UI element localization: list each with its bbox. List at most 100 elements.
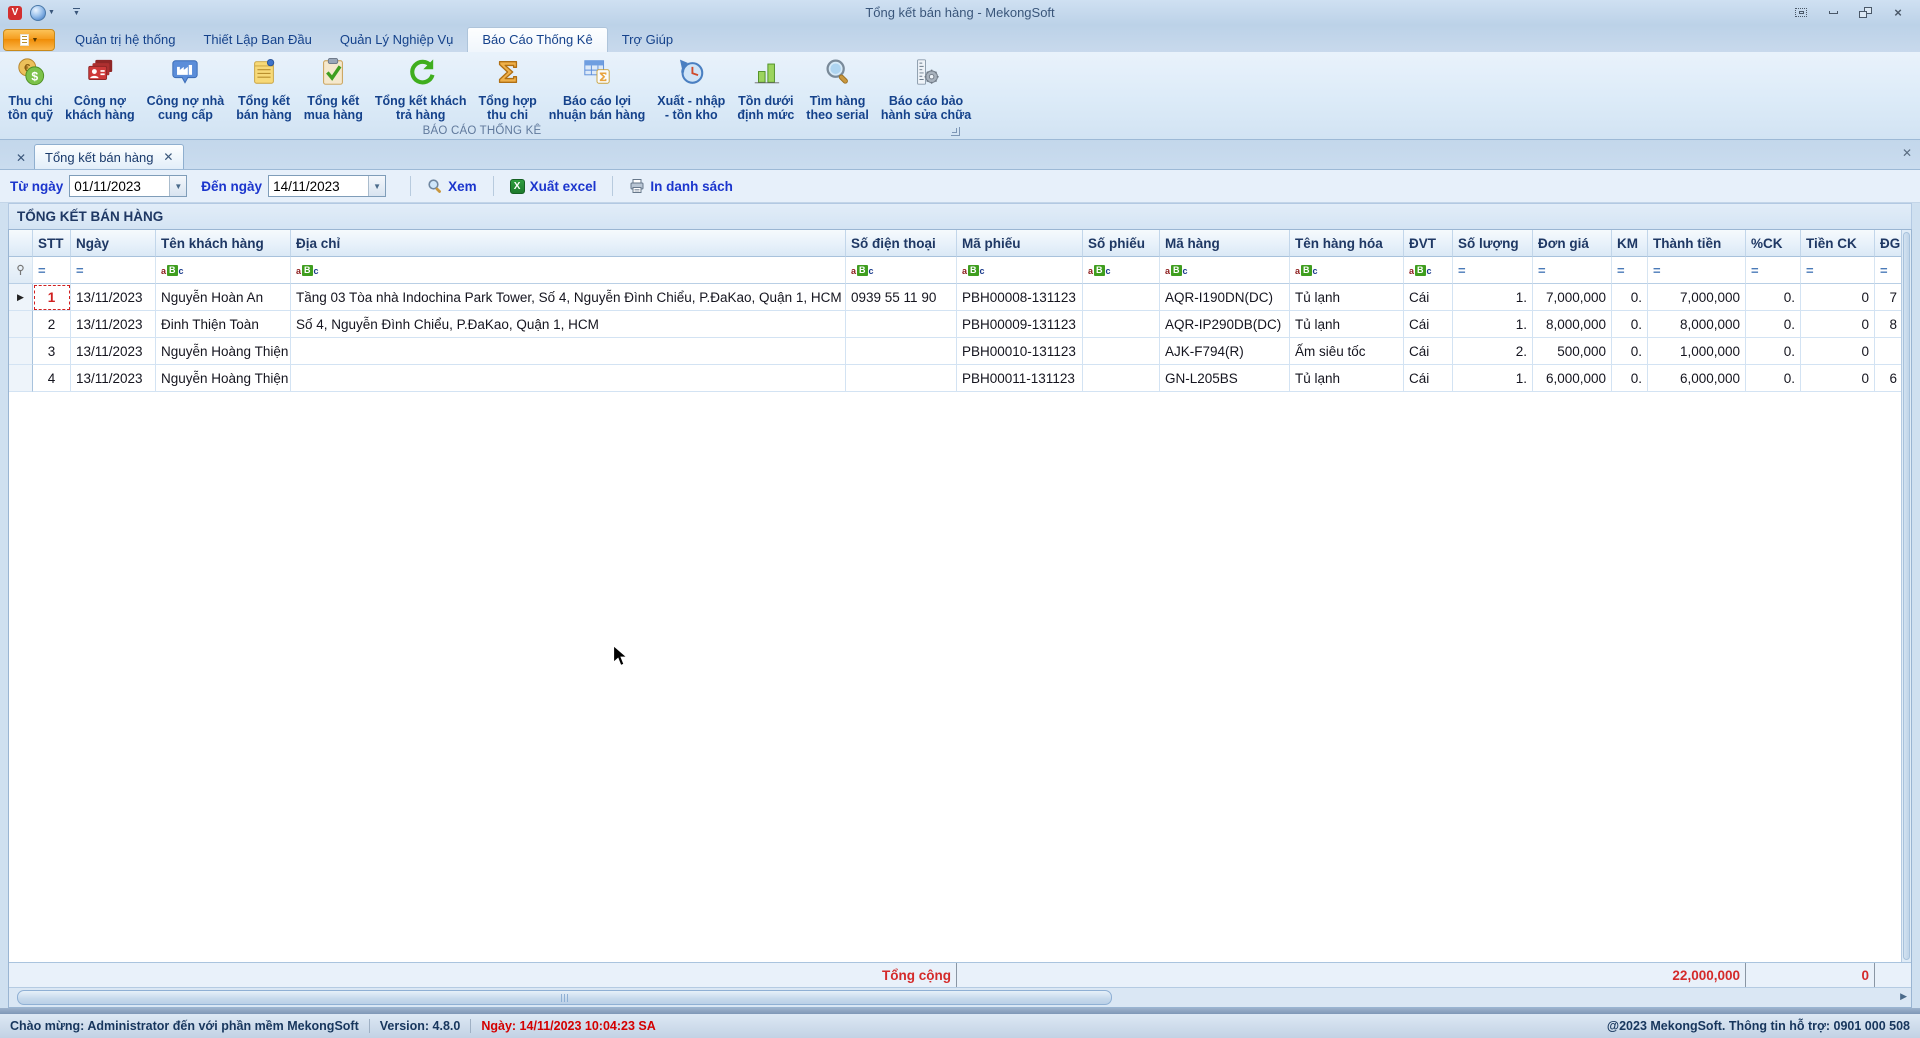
column-header--a-ch-[interactable]: Địa chỉ bbox=[291, 230, 846, 257]
table-row[interactable]: 4 13/11/2023 Nguyễn Hoàng Thiện PBH00011-13… bbox=[9, 365, 1903, 392]
cell-ng-y[interactable]: 13/11/2023 bbox=[71, 338, 156, 365]
cell-ng-y[interactable]: 13/11/2023 bbox=[71, 311, 156, 338]
to-date-input[interactable] bbox=[269, 176, 369, 196]
cell-th-nh-ti-n[interactable]: 6,000,000 bbox=[1648, 365, 1746, 392]
filter-cell-ng-y[interactable]: = bbox=[71, 257, 156, 284]
cell-ng-y[interactable]: 13/11/2023 bbox=[71, 284, 156, 311]
filter-cell-m-phi-u[interactable]: aBc bbox=[957, 257, 1083, 284]
cell-t-n-kh-ch-h-ng[interactable]: Nguyễn Hoàn An bbox=[156, 284, 291, 311]
column-header-km[interactable]: KM bbox=[1612, 230, 1648, 257]
cell-%ck[interactable]: 0. bbox=[1746, 338, 1801, 365]
cell--n-gi-[interactable]: 6,000,000 bbox=[1533, 365, 1612, 392]
filter-cell--vt[interactable]: aBc bbox=[1404, 257, 1453, 284]
cell-t-n-h-ng-h-a[interactable]: Tủ lạnh bbox=[1290, 365, 1404, 392]
cell-km[interactable]: 0. bbox=[1612, 365, 1648, 392]
column-header-s-l-ng[interactable]: Số lượng bbox=[1453, 230, 1533, 257]
cell-s-i-n-tho-i[interactable] bbox=[846, 311, 957, 338]
cell--g[interactable]: 8 bbox=[1875, 311, 1903, 338]
cell-m-phi-u[interactable]: PBH00009-131123 bbox=[957, 311, 1083, 338]
column-header-t-n-kh-ch-h-ng[interactable]: Tên khách hàng bbox=[156, 230, 291, 257]
cell-%ck[interactable]: 0. bbox=[1746, 284, 1801, 311]
cell-m-phi-u[interactable]: PBH00008-131123 bbox=[957, 284, 1083, 311]
close-document-icon[interactable]: ✕ bbox=[1902, 146, 1912, 160]
cell--g[interactable] bbox=[1875, 338, 1903, 365]
cell-s-phi-u[interactable] bbox=[1083, 311, 1160, 338]
cell--n-gi-[interactable]: 7,000,000 bbox=[1533, 284, 1612, 311]
cell-m-h-ng[interactable]: GN-L205BS bbox=[1160, 365, 1290, 392]
from-date-field[interactable]: ▼ bbox=[69, 175, 188, 197]
horizontal-scrollbar[interactable]: ▶ bbox=[9, 987, 1911, 1007]
table-row[interactable]: ▶ 1 13/11/2023 Nguyễn Hoàn An Tầng 03 Tòa nh… bbox=[9, 284, 1903, 311]
ribbon-button-t-ng-k-t-mua-h-ng[interactable]: Tổng kết mua hàng bbox=[298, 55, 369, 125]
row-indicator[interactable] bbox=[9, 311, 33, 338]
cell-s-l-ng[interactable]: 1. bbox=[1453, 284, 1533, 311]
cell-s-phi-u[interactable] bbox=[1083, 365, 1160, 392]
cell-m-h-ng[interactable]: AQR-IP290DB(DC) bbox=[1160, 311, 1290, 338]
cell--n-gi-[interactable]: 8,000,000 bbox=[1533, 311, 1612, 338]
cell-s-phi-u[interactable] bbox=[1083, 284, 1160, 311]
cell--a-ch-[interactable] bbox=[291, 365, 846, 392]
column-header--vt[interactable]: ĐVT bbox=[1404, 230, 1453, 257]
print-list-button[interactable]: In danh sách bbox=[623, 175, 739, 197]
filter-cell-th-nh-ti-n[interactable]: = bbox=[1648, 257, 1746, 284]
filter-cell-s-l-ng[interactable]: = bbox=[1453, 257, 1533, 284]
column-header-s-i-n-tho-i[interactable]: Số điện thoại bbox=[846, 230, 957, 257]
ribbon-button-t-ng-h-p-thu-chi[interactable]: Tổng hợp thu chi bbox=[473, 55, 543, 125]
cell-ti-n-ck[interactable]: 0 bbox=[1801, 365, 1875, 392]
minimize-icon[interactable] bbox=[1825, 6, 1841, 19]
close-icon[interactable]: × bbox=[1890, 5, 1906, 20]
cell--a-ch-[interactable] bbox=[291, 338, 846, 365]
from-date-dropdown-icon[interactable]: ▼ bbox=[169, 176, 187, 196]
to-date-field[interactable]: ▼ bbox=[268, 175, 387, 197]
cell-th-nh-ti-n[interactable]: 7,000,000 bbox=[1648, 284, 1746, 311]
to-date-dropdown-icon[interactable]: ▼ bbox=[368, 176, 386, 196]
cell-t-n-kh-ch-h-ng[interactable]: Nguyễn Hoàng Thiện bbox=[156, 338, 291, 365]
filter-cell-s-i-n-tho-i[interactable]: aBc bbox=[846, 257, 957, 284]
scroll-right-arrow-icon[interactable]: ▶ bbox=[1900, 991, 1907, 1002]
ribbon-tab-báo-cáo-thống-kê[interactable]: Báo Cáo Thống Kê bbox=[467, 27, 608, 52]
cell-s-i-n-tho-i[interactable] bbox=[846, 365, 957, 392]
filter-cell-%ck[interactable]: = bbox=[1746, 257, 1801, 284]
export-excel-button[interactable]: X Xuất excel bbox=[504, 176, 603, 197]
cell-s-l-ng[interactable]: 2. bbox=[1453, 338, 1533, 365]
ribbon-button-t-n-d-i-nh-m-c[interactable]: Tồn dưới định mức bbox=[731, 55, 800, 125]
cell-stt[interactable]: 4 bbox=[33, 365, 71, 392]
ribbon-button-t-ng-k-t-kh-ch-tr-h-ng[interactable]: Tổng kết khách trả hàng bbox=[369, 55, 473, 125]
ribbon-button-c-ng-n-nh-cung-c-p[interactable]: Công nợ nhà cung cấp bbox=[141, 55, 231, 125]
cell-m-h-ng[interactable]: AJK-F794(R) bbox=[1160, 338, 1290, 365]
cell-t-n-h-ng-h-a[interactable]: Tủ lạnh bbox=[1290, 311, 1404, 338]
view-button[interactable]: Xem bbox=[421, 175, 483, 197]
column-header-%ck[interactable]: %CK bbox=[1746, 230, 1801, 257]
cell-th-nh-ti-n[interactable]: 8,000,000 bbox=[1648, 311, 1746, 338]
cell-s-i-n-tho-i[interactable] bbox=[846, 338, 957, 365]
cell-ti-n-ck[interactable]: 0 bbox=[1801, 338, 1875, 365]
cell--g[interactable]: 7 bbox=[1875, 284, 1903, 311]
cell-m-h-ng[interactable]: AQR-I190DN(DC) bbox=[1160, 284, 1290, 311]
cell-stt[interactable]: 2 bbox=[33, 311, 71, 338]
cell-s-l-ng[interactable]: 1. bbox=[1453, 311, 1533, 338]
cell-km[interactable]: 0. bbox=[1612, 311, 1648, 338]
cell-%ck[interactable]: 0. bbox=[1746, 365, 1801, 392]
cell-t-n-kh-ch-h-ng[interactable]: Nguyễn Hoàng Thiện bbox=[156, 365, 291, 392]
column-header-ng-y[interactable]: Ngày bbox=[71, 230, 156, 257]
cell-t-n-h-ng-h-a[interactable]: Tủ lạnh bbox=[1290, 284, 1404, 311]
filter-cell-km[interactable]: = bbox=[1612, 257, 1648, 284]
cell-s-i-n-tho-i[interactable]: 0939 55 11 90 bbox=[846, 284, 957, 311]
cell-t-n-h-ng-h-a[interactable]: Ấm siêu tốc bbox=[1290, 338, 1404, 365]
ribbon-tab-quản-trị-hệ-thống[interactable]: Quản trị hệ thống bbox=[61, 28, 189, 52]
vertical-scrollbar[interactable] bbox=[1901, 230, 1911, 962]
cell-stt[interactable]: 1 bbox=[33, 284, 71, 311]
cell--vt[interactable]: Cái bbox=[1404, 284, 1453, 311]
cell-km[interactable]: 0. bbox=[1612, 284, 1648, 311]
column-header--n-gi-[interactable]: Đơn giá bbox=[1533, 230, 1612, 257]
filter-cell-m-h-ng[interactable]: aBc bbox=[1160, 257, 1290, 284]
cell--a-ch-[interactable]: Tầng 03 Tòa nhà Indochina Park Tower, Số… bbox=[291, 284, 846, 311]
ribbon-button-c-ng-n-kh-ch-h-ng[interactable]: Công nợ khách hàng bbox=[59, 55, 140, 125]
filter-cell-t-n-kh-ch-h-ng[interactable]: aBc bbox=[156, 257, 291, 284]
table-row[interactable]: 2 13/11/2023 Đinh Thiện Toàn Số 4, Nguyễn Đ… bbox=[9, 311, 1903, 338]
restore-icon[interactable] bbox=[1859, 7, 1872, 18]
cell-m-phi-u[interactable]: PBH00011-131123 bbox=[957, 365, 1083, 392]
ribbon-button-b-o-c-o-b-o-h-nh-s-a-ch-a[interactable]: Báo cáo bảo hành sửa chữa bbox=[875, 55, 977, 125]
tab-tong-ket-ban-hang[interactable]: Tổng kết bán hàng ✕ bbox=[34, 144, 185, 169]
cell-t-n-kh-ch-h-ng[interactable]: Đinh Thiện Toàn bbox=[156, 311, 291, 338]
